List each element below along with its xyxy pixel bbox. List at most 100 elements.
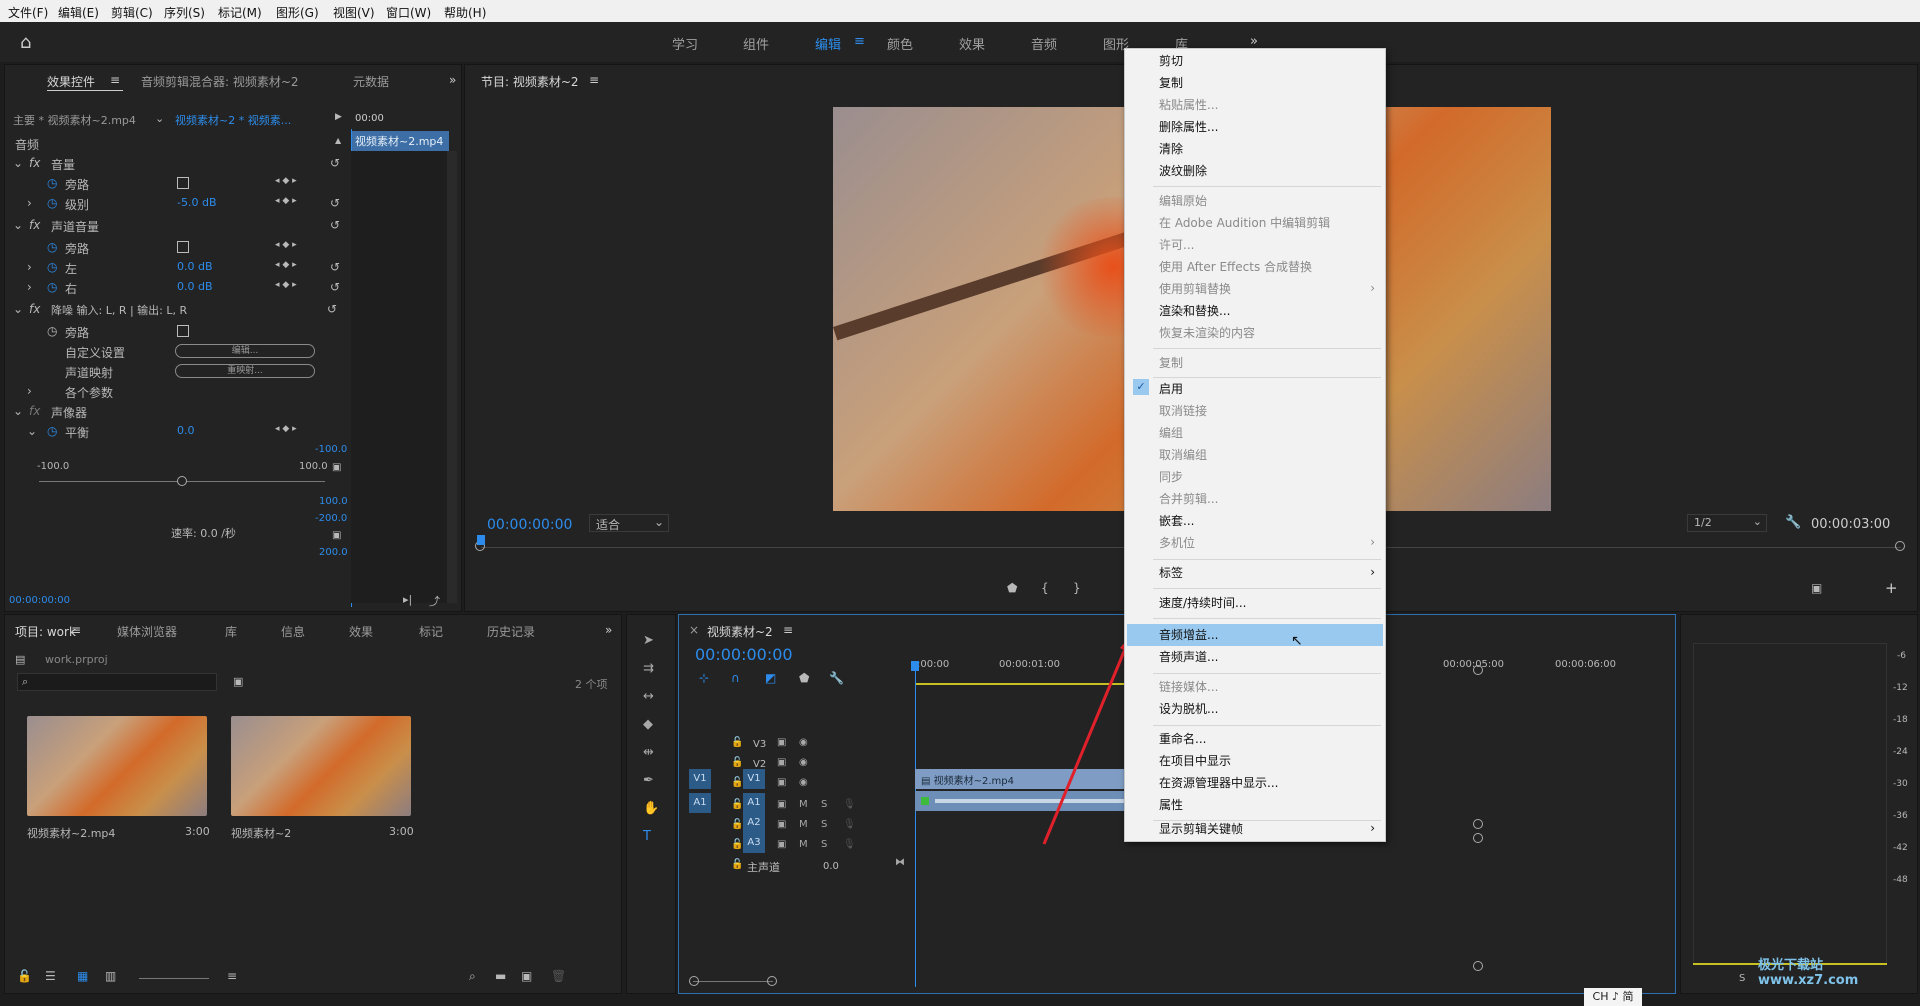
new-item-icon[interactable]: ▣	[521, 969, 532, 983]
track-a1-target[interactable]: A1	[743, 793, 765, 813]
menu-item-link-media[interactable]: 链接媒体...	[1159, 677, 1218, 697]
level-value[interactable]: -5.0 dB	[177, 196, 217, 209]
collapse-up-icon[interactable]: ▲	[335, 136, 341, 145]
lock-icon[interactable]: 🔓	[731, 819, 743, 830]
timeline-playhead[interactable]	[915, 661, 916, 987]
scroll-handle-top[interactable]	[1473, 665, 1483, 675]
menu-item-label[interactable]: 标签	[1159, 563, 1183, 583]
mute-icon[interactable]: M	[799, 799, 808, 810]
trash-icon[interactable]: 🗑	[551, 969, 566, 983]
balance-slider-handle[interactable]	[177, 476, 187, 486]
graph-icon[interactable]: ▣	[332, 530, 341, 541]
reset-icon[interactable]: ↺	[330, 218, 340, 232]
panel-menu-icon[interactable]: ≡	[589, 73, 599, 87]
solo-icon[interactable]: S	[821, 839, 827, 850]
playhead-marker[interactable]	[477, 535, 485, 545]
scroll-handle-mid[interactable]	[1473, 819, 1483, 829]
menu-item-cut[interactable]: 剪切	[1159, 51, 1183, 71]
play-triangle-icon[interactable]: ▶	[335, 112, 342, 122]
edit-button[interactable]: 编辑...	[175, 344, 315, 358]
workspace-audio[interactable]: 音频	[1031, 34, 1057, 53]
track-select-icon[interactable]: ⇉	[643, 661, 654, 676]
chevron-down-icon[interactable]: ⌄	[155, 112, 164, 125]
program-title[interactable]: 节目: 视频素材~2	[481, 73, 579, 90]
graph-icon[interactable]: ▣	[332, 462, 341, 473]
menu-view[interactable]: 视图(V)	[333, 4, 375, 21]
reset-icon[interactable]: ↺	[327, 302, 337, 316]
track-v1-target[interactable]: V1	[743, 769, 765, 789]
tab-info[interactable]: 信息	[281, 623, 305, 640]
master-track-value[interactable]: 0.0	[823, 861, 839, 872]
pen-icon[interactable]: ✒	[643, 773, 654, 788]
export-frame-icon[interactable]: ▣	[1811, 581, 1822, 595]
thumbnail-2[interactable]	[231, 716, 411, 816]
menu-item-replace-with-ae[interactable]: 使用 After Effects 合成替换	[1159, 257, 1312, 277]
hamburger-icon[interactable]: ≡	[854, 34, 865, 49]
new-bin-icon[interactable]: ▣	[233, 675, 243, 688]
tab-effect-controls[interactable]: 效果控件	[47, 73, 95, 90]
selection-tool-icon[interactable]: ➤	[643, 633, 654, 648]
scrubber-end-handle[interactable]	[1895, 541, 1905, 551]
stopwatch-icon[interactable]: ◷	[47, 260, 57, 274]
sync-lock-icon[interactable]: ▣	[777, 799, 786, 810]
menu-item-unlink[interactable]: 取消链接	[1159, 401, 1207, 421]
reset-icon[interactable]: ↺	[330, 280, 340, 294]
remap-button[interactable]: 重映射...	[175, 364, 315, 378]
export-icon[interactable]: ⤴	[429, 593, 440, 609]
ripple-edit-icon[interactable]: ↔	[643, 689, 654, 704]
play-in-out-icon[interactable]: ▸|	[403, 593, 412, 606]
workspace-color[interactable]: 颜色	[887, 34, 913, 53]
wrench-icon[interactable]: 🔧	[1785, 515, 1801, 530]
source-patch-a1[interactable]: A1	[689, 793, 711, 813]
scroll-handle-a[interactable]	[1473, 833, 1483, 843]
menu-sequence[interactable]: 序列(S)	[164, 4, 205, 21]
chevron-down-icon[interactable]: ⌄	[13, 218, 23, 232]
wrench-icon[interactable]: 🔧	[829, 671, 844, 685]
lock-icon[interactable]: 🔓	[17, 969, 32, 983]
panel-menu-icon[interactable]: ≡	[783, 623, 793, 637]
expand-panels-icon[interactable]: »	[605, 623, 612, 637]
folder-icon[interactable]: ▬	[495, 969, 506, 983]
target-clip-label[interactable]: 视频素材~2 * 视频素...	[175, 112, 291, 128]
menu-item-remove-attributes[interactable]: 删除属性...	[1159, 117, 1218, 137]
home-icon[interactable]: ⌂	[20, 32, 31, 53]
menu-item-reveal-in-project[interactable]: 在项目中显示	[1159, 751, 1231, 771]
add-button-icon[interactable]: +	[1885, 579, 1898, 597]
stopwatch-icon[interactable]: ◷	[47, 196, 57, 210]
source-patch-v1[interactable]: V1	[689, 769, 711, 789]
bypass-checkbox[interactable]	[177, 177, 189, 189]
keyframe-nav-icon[interactable]: ◂ ◆ ▸	[275, 260, 297, 270]
linked-selection-icon[interactable]: ◩	[765, 671, 776, 685]
track-v3-label[interactable]: V3	[753, 739, 766, 750]
add-marker-icon[interactable]: ⬟	[1007, 581, 1017, 595]
menu-marker[interactable]: 标记(M)	[218, 4, 262, 21]
chevron-right-icon[interactable]: ›	[27, 280, 32, 294]
chevron-right-icon[interactable]: ›	[27, 260, 32, 274]
project-search-input[interactable]: ⌕	[17, 673, 217, 691]
mark-in-icon[interactable]: {	[1041, 581, 1049, 595]
mic-icon[interactable]: 🎙	[843, 819, 856, 830]
menu-item-reveal-in-explorer[interactable]: 在资源管理器中显示...	[1159, 773, 1278, 793]
chevron-right-icon[interactable]: ›	[27, 196, 32, 210]
lock-icon[interactable]: 🔓	[731, 799, 743, 810]
snap-icon[interactable]: ⊹	[699, 671, 709, 685]
left-value[interactable]: 0.0 dB	[177, 260, 213, 273]
sync-lock-icon[interactable]: ▣	[777, 757, 786, 768]
more-workspaces-icon[interactable]: »	[1250, 34, 1258, 49]
slip-icon[interactable]: ⇹	[643, 745, 654, 760]
fit-dropdown[interactable]: 适合 ⌄	[589, 514, 669, 532]
lock-icon[interactable]: 🔓	[731, 777, 743, 788]
stopwatch-icon[interactable]: ◷	[47, 176, 57, 190]
menu-item-render-replace[interactable]: 渲染和替换...	[1159, 301, 1230, 321]
reset-icon[interactable]: ↺	[330, 260, 340, 274]
keyframe-nav-icon[interactable]: ◂ ◆ ▸	[275, 240, 297, 250]
chevron-down-icon[interactable]: ⌄	[13, 302, 23, 316]
search-icon[interactable]: ⌕	[469, 969, 476, 984]
menu-item-copy[interactable]: 复制	[1159, 73, 1183, 93]
menu-edit[interactable]: 编辑(E)	[58, 4, 99, 21]
type-tool-icon[interactable]: T	[643, 829, 651, 844]
menu-item-audio-gain[interactable]: 音频增益...	[1159, 625, 1218, 645]
expand-panels-icon[interactable]: »	[449, 73, 456, 87]
menu-item-nest[interactable]: 嵌套...	[1159, 511, 1194, 531]
menu-item-show-clip-keyframes[interactable]: 显示剪辑关键帧	[1159, 819, 1243, 839]
